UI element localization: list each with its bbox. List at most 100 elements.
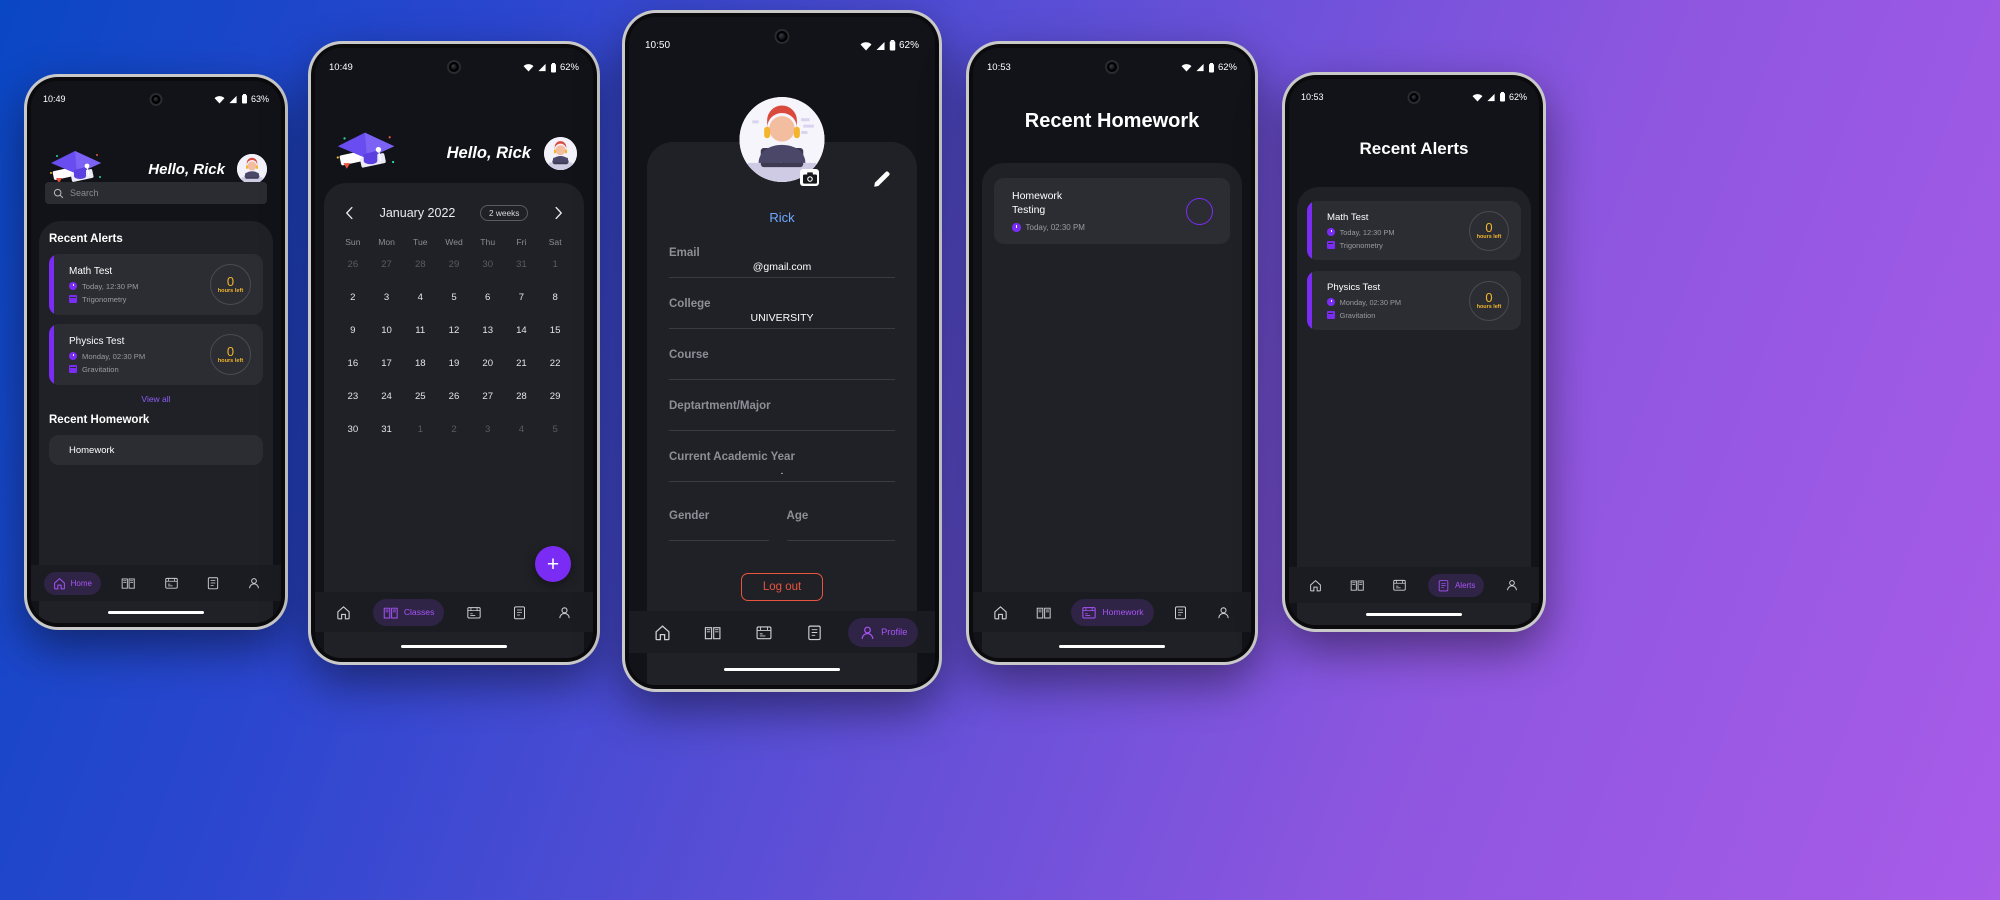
calendar-day[interactable]: 14 xyxy=(505,325,539,336)
nav-item-profile[interactable] xyxy=(1208,600,1239,625)
calendar-day[interactable]: 31 xyxy=(370,424,404,435)
nav-item-profile[interactable]: Profile xyxy=(848,617,919,647)
bottom-nav: Classes xyxy=(315,592,593,632)
nav-item-home[interactable]: Home xyxy=(43,571,101,595)
chevron-right-icon[interactable] xyxy=(553,206,564,220)
calendar-day[interactable]: 26 xyxy=(437,391,471,402)
gender-value[interactable] xyxy=(669,522,769,541)
status-icons: 62% xyxy=(523,62,579,73)
avatar[interactable] xyxy=(544,136,577,170)
nav-item-homework[interactable] xyxy=(458,600,490,625)
camera-icon[interactable] xyxy=(800,169,819,186)
calendar-day[interactable]: 6 xyxy=(471,292,505,303)
search-input[interactable]: Search xyxy=(45,182,267,204)
chevron-left-icon[interactable] xyxy=(344,206,355,220)
calendar-day[interactable]: 29 xyxy=(437,259,471,270)
nav-item-profile[interactable] xyxy=(549,600,580,625)
nav-item-alerts[interactable] xyxy=(199,571,227,595)
calendar-day[interactable]: 27 xyxy=(471,391,505,402)
calendar-day[interactable]: 4 xyxy=(403,292,437,303)
nav-item-home[interactable] xyxy=(646,619,679,646)
alert-card-math[interactable]: Math Test Today, 12:30 PM Trigonometry 0… xyxy=(1307,201,1521,260)
alerts-icon xyxy=(1175,605,1187,619)
calendar-day[interactable]: 7 xyxy=(505,292,539,303)
nav-item-homework[interactable] xyxy=(747,619,781,646)
nav-item-classes[interactable] xyxy=(1343,573,1372,597)
nav-item-classes[interactable] xyxy=(1028,600,1060,625)
nav-item-alerts[interactable] xyxy=(798,619,831,646)
nav-item-profile[interactable] xyxy=(240,571,268,595)
calendar-day[interactable]: 20 xyxy=(471,358,505,369)
calendar-day[interactable]: 27 xyxy=(370,259,404,270)
calendar-day[interactable]: 25 xyxy=(403,391,437,402)
calendar-day[interactable]: 12 xyxy=(437,325,471,336)
calendar-day[interactable]: 5 xyxy=(437,292,471,303)
nav-item-home[interactable] xyxy=(985,600,1016,625)
nav-item-classes[interactable] xyxy=(696,619,730,646)
calendar-day[interactable]: 29 xyxy=(538,391,572,402)
calendar-day[interactable]: 13 xyxy=(471,325,505,336)
alert-card-math[interactable]: Math Test Today, 12:30 PM Trigonometry 0… xyxy=(49,254,263,315)
add-fab-button[interactable]: + xyxy=(535,546,571,582)
profile-field-value[interactable]: UNIVERSITY xyxy=(669,310,895,329)
nav-item-classes[interactable] xyxy=(114,571,143,595)
profile-field-value[interactable]: @gmail.com xyxy=(669,259,895,278)
homework-status-ring[interactable] xyxy=(1186,197,1213,225)
calendar-day[interactable]: 31 xyxy=(505,259,539,270)
alert-title: Math Test xyxy=(1327,211,1369,223)
calendar-day[interactable]: 3 xyxy=(471,424,505,435)
calendar-day[interactable]: 18 xyxy=(403,358,437,369)
calendar-day[interactable]: 21 xyxy=(505,358,539,369)
calendar-day[interactable]: 3 xyxy=(370,292,404,303)
calendar-day[interactable]: 16 xyxy=(336,358,370,369)
hours-left-unit: hours left xyxy=(217,288,244,294)
calendar-range-chip[interactable]: 2 weeks xyxy=(479,205,529,221)
nav-item-classes[interactable]: Classes xyxy=(372,598,445,626)
alert-card-physics[interactable]: Physics Test Monday, 02:30 PM Gravitatio… xyxy=(1307,271,1521,330)
pencil-icon[interactable] xyxy=(871,168,893,190)
alert-card-physics[interactable]: Physics Test Monday, 02:30 PM Gravitatio… xyxy=(49,324,263,385)
calendar-day[interactable]: 1 xyxy=(403,424,437,435)
calendar-day[interactable]: 17 xyxy=(370,358,404,369)
nav-item-profile[interactable] xyxy=(1498,573,1526,597)
calendar-day[interactable]: 2 xyxy=(437,424,471,435)
calendar-day[interactable]: 2 xyxy=(336,292,370,303)
calendar-day[interactable]: 11 xyxy=(403,325,437,336)
calendar-day[interactable]: 4 xyxy=(505,424,539,435)
calendar-day[interactable]: 23 xyxy=(336,391,370,402)
nav-item-alerts[interactable] xyxy=(504,600,535,625)
calendar-day[interactable]: 9 xyxy=(336,325,370,336)
age-value[interactable] xyxy=(786,522,895,541)
calendar-day[interactable]: 28 xyxy=(403,259,437,270)
view-all-link[interactable]: View all xyxy=(49,394,263,404)
profile-field-value[interactable] xyxy=(669,412,895,431)
calendar-day[interactable]: 1 xyxy=(538,259,572,270)
calendar-day[interactable]: 30 xyxy=(471,259,505,270)
calendar-day[interactable]: 19 xyxy=(437,358,471,369)
profile-field-value[interactable]: . xyxy=(669,463,895,482)
battery-icon xyxy=(241,94,247,104)
calendar-day[interactable]: 8 xyxy=(538,292,572,303)
calendar-day[interactable]: 15 xyxy=(538,325,572,336)
calendar-day[interactable]: 5 xyxy=(538,424,572,435)
calendar-day[interactable]: 22 xyxy=(538,358,572,369)
calendar-day[interactable]: 28 xyxy=(505,391,539,402)
battery-percent: 62% xyxy=(898,40,919,51)
nav-item-homework[interactable]: Homework xyxy=(1071,598,1154,626)
alert-time-row: Monday, 02:30 PM xyxy=(69,352,210,361)
homework-card[interactable]: Homework Testing Today, 02:30 PM xyxy=(994,178,1230,244)
logout-button[interactable]: Log out xyxy=(741,573,823,601)
nav-item-alerts[interactable] xyxy=(1165,600,1196,625)
calendar-day[interactable]: 30 xyxy=(336,424,370,435)
profile-field-value[interactable] xyxy=(669,361,895,380)
calendar-day[interactable]: 26 xyxy=(336,259,370,270)
nav-item-homework[interactable] xyxy=(1385,573,1414,597)
calendar-day[interactable]: 10 xyxy=(370,325,404,336)
nav-item-home[interactable] xyxy=(1302,574,1329,597)
calendar-day[interactable]: 24 xyxy=(370,391,404,402)
nav-item-home[interactable] xyxy=(328,600,359,625)
avatar[interactable] xyxy=(237,154,267,184)
homework-card-preview[interactable]: Homework xyxy=(49,435,263,465)
nav-item-alerts[interactable]: Alerts xyxy=(1427,573,1485,597)
nav-item-homework[interactable] xyxy=(157,571,186,595)
